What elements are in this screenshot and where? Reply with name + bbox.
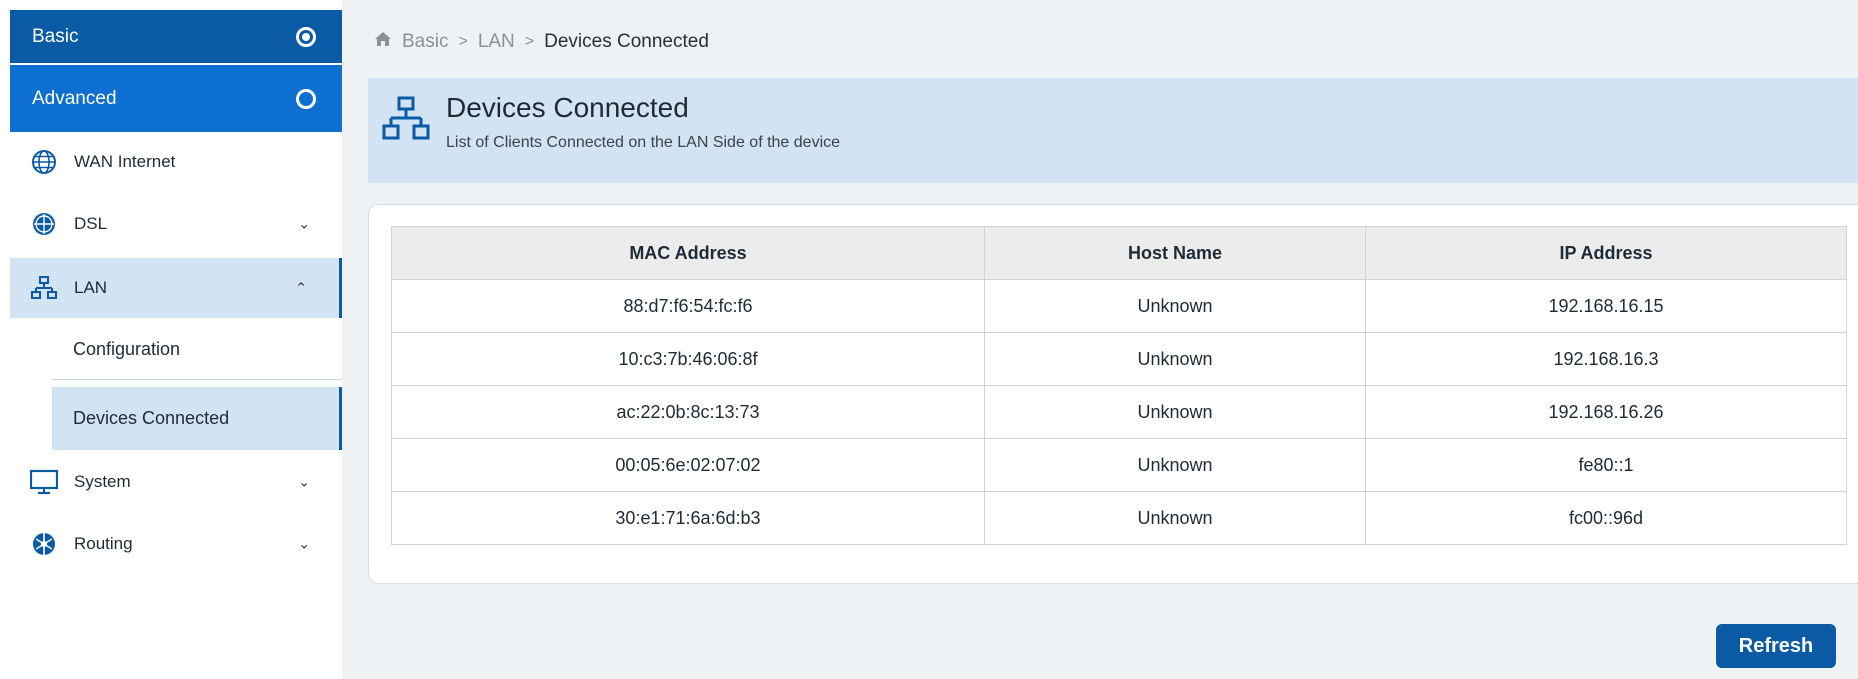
devices-card: MAC Address Host Name IP Address 88:d7:f… [368,204,1858,584]
chevron-down-icon: ⌄ [298,215,310,232]
cell-mac: 00:05:6e:02:07:02 [391,438,985,492]
cell-mac: 30:e1:71:6a:6d:b3 [391,491,985,545]
chevron-up-icon: ⌃ [295,279,307,296]
sidebar-item-label: DSL [74,214,108,233]
breadcrumb-item-lan[interactable]: LAN [478,31,515,53]
chevron-down-icon: ⌄ [298,535,310,552]
sidebar-item-wan-internet[interactable]: WAN Internet [10,132,342,192]
table-row: 30:e1:71:6a:6d:b3 Unknown fc00::96d [391,491,1847,545]
chevron-right-icon: > [458,33,468,50]
devices-table: MAC Address Host Name IP Address 88:d7:f… [391,226,1847,545]
sidebar-subitem-configuration[interactable]: Configuration [52,320,342,380]
breadcrumb: Basic > LAN > Devices Connected [374,28,709,56]
cell-mac: 10:c3:7b:46:06:8f [391,332,985,386]
table-row: 00:05:6e:02:07:02 Unknown fe80::1 [391,438,1847,492]
home-icon[interactable] [374,31,392,53]
globe-grid-icon [30,210,58,238]
cell-host: Unknown [984,385,1366,439]
cell-host: Unknown [984,332,1366,386]
column-header-ip: IP Address [1365,226,1847,280]
cell-host: Unknown [984,279,1366,333]
sidebar-item-lan[interactable]: LAN ⌃ [10,258,342,318]
cell-host: Unknown [984,438,1366,492]
sidebar-subitem-label: Devices Connected [73,408,230,428]
sidebar-item-label: Routing [74,534,133,553]
sidebar-mode-advanced-label: Advanced [32,87,117,109]
cell-ip: 192.168.16.3 [1365,332,1847,386]
sidebar-item-label: LAN [74,278,108,297]
sidebar-item-system[interactable]: System ⌄ [10,452,342,512]
cell-ip: 192.168.16.15 [1365,279,1847,333]
sidebar-mode-advanced[interactable]: Advanced [10,65,342,132]
radio-selected-icon[interactable] [296,26,316,47]
chevron-down-icon: ⌄ [298,473,310,490]
chevron-right-icon: > [524,33,535,50]
sidebar-item-label: WAN Internet [74,152,176,171]
table-row: ac:22:0b:8c:13:73 Unknown 192.168.16.26 [391,385,1847,439]
monitor-icon [30,468,58,496]
column-header-mac: MAC Address [391,226,985,280]
page-header: Devices Connected List of Clients Connec… [368,78,1858,183]
cell-host: Unknown [984,491,1366,545]
table-row: 88:d7:f6:54:fc:f6 Unknown 192.168.16.15 [391,279,1847,333]
table-row: 10:c3:7b:46:06:8f Unknown 192.168.16.3 [391,332,1847,386]
sidebar-item-dsl[interactable]: DSL ⌄ [10,194,342,254]
globe-icon [30,148,58,176]
sidebar-subitem-label: Configuration [73,339,181,359]
refresh-button[interactable]: Refresh [1716,624,1836,668]
cell-mac: ac:22:0b:8c:13:73 [391,385,985,439]
sidebar-mode-basic-label: Basic [32,25,79,47]
network-icon [30,274,58,302]
sidebar-mode-basic[interactable]: Basic [10,10,342,63]
cell-ip: 192.168.16.26 [1365,385,1847,439]
page-title: Devices Connected [446,92,689,123]
sidebar-item-label: System [74,472,131,491]
column-header-host: Host Name [984,226,1366,280]
routing-globe-icon [30,530,58,558]
sidebar-item-routing[interactable]: Routing ⌄ [10,514,342,574]
sidebar-subitem-devices-connected[interactable]: Devices Connected [52,387,342,450]
breadcrumb-item-current: Devices Connected [544,31,709,52]
cell-mac: 88:d7:f6:54:fc:f6 [391,279,985,333]
breadcrumb-item-basic[interactable]: Basic [402,31,448,53]
table-header-row: MAC Address Host Name IP Address [391,226,1847,280]
cell-ip: fe80::1 [1365,438,1847,492]
radio-unselected-icon[interactable] [296,88,316,109]
page-subtitle: List of Clients Connected on the LAN Sid… [446,134,841,151]
cell-ip: fc00::96d [1365,491,1847,545]
sidebar: Basic Advanced WAN Internet DSL ⌄ LAN ⌃ … [0,0,342,679]
network-icon [382,96,430,147]
